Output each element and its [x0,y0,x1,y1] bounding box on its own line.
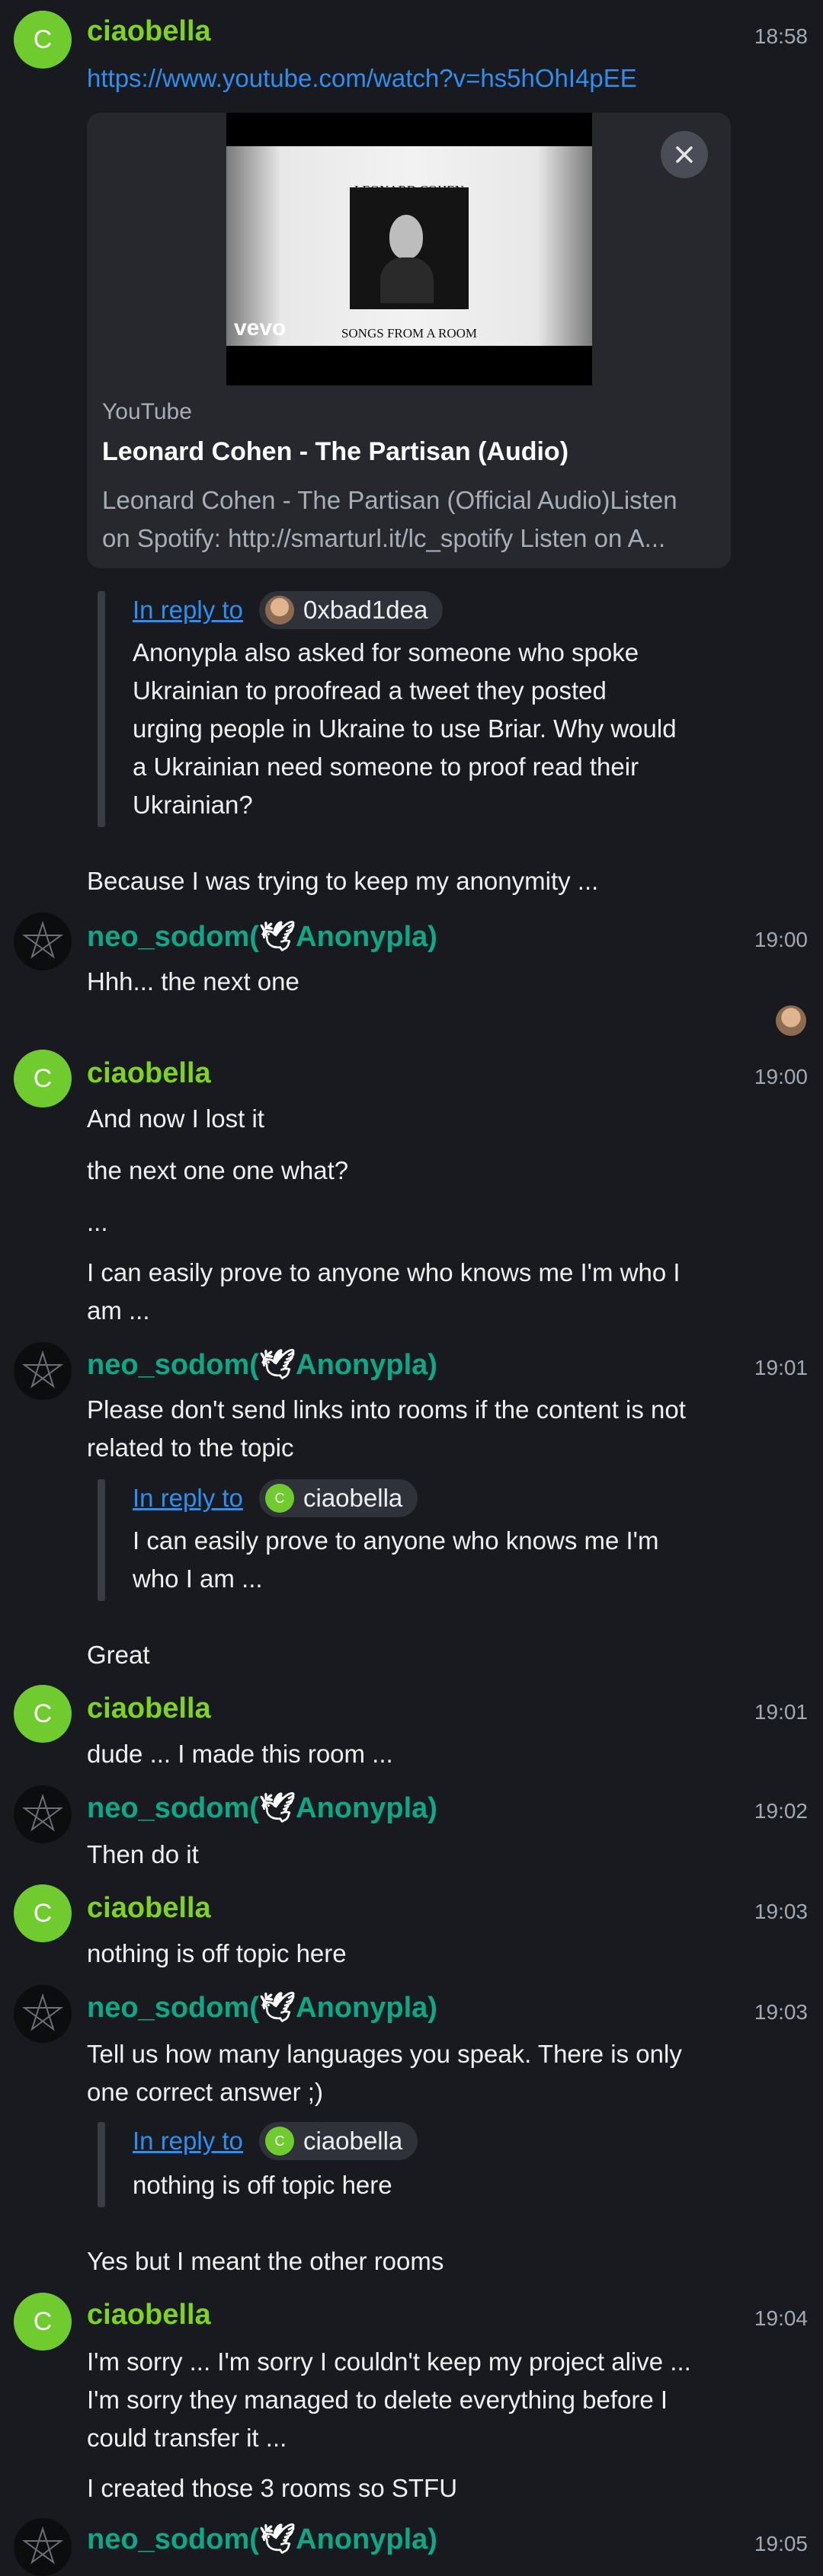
close-icon [676,146,693,163]
avatar-neo-sodom[interactable] [14,912,72,970]
dove-icon: 🕊 [258,921,296,953]
message-text: the next one one what? [87,1156,349,1184]
video-thumbnail[interactable]: LEONARD COHEN SONGS FROM A ROOM vevo [226,113,592,385]
close-preview-button[interactable] [661,131,708,178]
sender-name[interactable]: ciaobella [87,1057,211,1090]
youtube-link[interactable]: https://www.youtube.com/watch?v=hs5hOhI4… [87,64,637,93]
dove-icon: 🕊 [258,2523,296,2555]
in-reply-to-link[interactable]: In reply to [133,596,243,625]
message-text: Tell us how many languages you speak. Th… [87,2040,682,2106]
message-timestamp: 19:02 [754,1799,808,1823]
reply-quote-bar [98,2122,105,2207]
message-timestamp: 19:03 [754,2000,808,2024]
message-timestamp: 19:01 [754,1700,808,1724]
message-text: I'm sorry ... I'm sorry I couldn't keep … [87,2347,691,2452]
message-text: nothing is off topic here [87,1939,347,1967]
in-reply-to-link[interactable]: In reply to [133,1484,243,1513]
message-text: ... [87,1208,108,1236]
message-text: I created those 3 rooms so STFU [87,2474,458,2502]
pentagram-icon [21,2526,64,2565]
sender-name[interactable]: neo_sodom(🕊Anonypla) [87,1991,437,2025]
in-reply-to-link[interactable]: In reply to [133,2127,243,2156]
message-timestamp: 19:00 [754,928,808,951]
pentagram-icon [21,920,64,959]
reply-quote-bar [98,591,105,827]
reply-quote-bar [98,1479,105,1601]
link-preview-card[interactable]: LEONARD COHEN SONGS FROM A ROOM vevo You… [87,113,731,568]
sender-name[interactable]: ciaobella [87,15,211,48]
dove-icon: 🕊 [258,1992,296,2024]
pentagram-icon [21,1993,64,2031]
pentagram-icon [21,1793,64,1832]
message-timestamp: 19:01 [754,1356,808,1379]
dove-icon: 🕊 [258,1349,296,1381]
message-timestamp: 19:04 [754,2306,808,2330]
avatar-ciaobella[interactable]: C [14,1050,72,1107]
reply-user-pill[interactable]: C ciaobella [259,2122,418,2160]
avatar-neo-sodom[interactable] [14,2518,72,2576]
album-photo [350,187,469,309]
reply-quote-text: Anonypla also asked for someone who spok… [133,638,677,819]
sender-name[interactable]: neo_sodom(🕊Anonypla) [87,1791,437,1825]
reply-quote-text: I can easily prove to anyone who knows m… [133,1526,659,1593]
avatar-neo-sodom[interactable] [14,1785,72,1843]
message-text: dude ... I made this room ... [87,1740,393,1768]
message-text: Yes but I meant the other rooms [87,2247,444,2275]
sender-name[interactable]: neo_sodom(🕊Anonypla) [87,2523,437,2556]
sender-name[interactable]: ciaobella [87,1692,211,1725]
dove-icon: 🕊 [258,1792,296,1824]
reply-user-pill[interactable]: 0xbad1dea [259,591,444,629]
message-text: I can easily prove to anyone who knows m… [87,1258,680,1325]
sender-name[interactable]: ciaobella [87,1892,211,1925]
avatar-ciaobella[interactable]: C [14,1685,72,1743]
user-avatar: C [265,2127,294,2156]
message-timestamp: 19:03 [754,1900,808,1923]
sender-name[interactable]: neo_sodom(🕊Anonypla) [87,1348,437,1382]
message-text: And now I lost it [87,1104,264,1133]
avatar-neo-sodom[interactable] [14,1985,72,2043]
message-text: Because I was trying to keep my anonymit… [87,867,599,895]
message-timestamp: 19:05 [754,2532,808,2555]
sender-name[interactable]: ciaobella [87,2299,211,2332]
avatar-ciaobella[interactable]: C [14,11,72,69]
message-text: Great [87,1641,150,1669]
vevo-logo: vevo [234,315,287,340]
message-text: Please don't send links into rooms if th… [87,1395,686,1462]
avatar-ciaobella[interactable]: C [14,2293,72,2351]
album-cover: LEONARD COHEN SONGS FROM A ROOM vevo [226,146,592,346]
message-timestamp: 19:00 [754,1065,808,1088]
avatar-ciaobella[interactable]: C [14,1884,72,1942]
message-timestamp: 18:58 [754,24,808,48]
preview-title[interactable]: Leonard Cohen - The Partisan (Audio) [102,437,568,467]
pentagram-icon [21,1350,64,1389]
user-avatar [265,596,294,625]
sender-name[interactable]: neo_sodom(🕊Anonypla) [87,920,437,954]
message-text: Then do it [87,1840,199,1868]
user-avatar: C [265,1484,294,1513]
avatar-neo-sodom[interactable] [14,1342,72,1400]
reply-user-pill[interactable]: C ciaobella [259,1479,418,1517]
reply-quote-text: nothing is off topic here [133,2171,392,2199]
preview-site: YouTube [102,399,192,424]
message-text: Hhh... the next one [87,967,299,996]
read-receipt-avatar[interactable] [776,1005,806,1036]
preview-description: Leonard Cohen - The Partisan (Official A… [102,486,677,552]
